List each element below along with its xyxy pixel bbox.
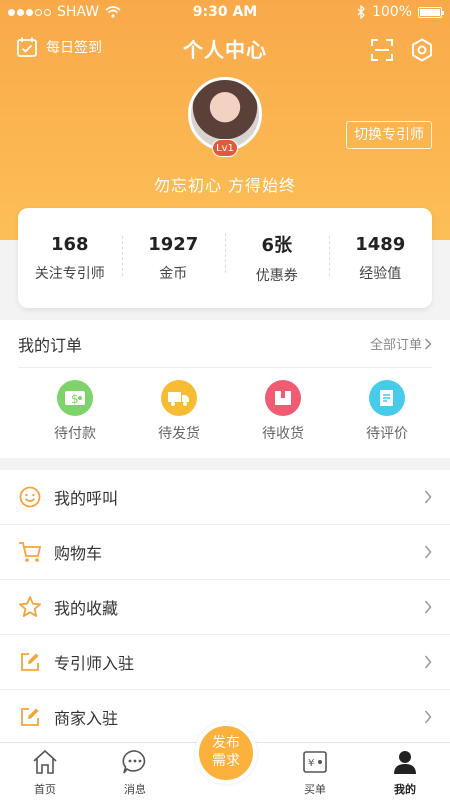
orders-title: 我的订单	[18, 335, 83, 355]
stat-coupons[interactable]: 6张 优惠券	[225, 231, 329, 285]
truck-icon	[161, 380, 197, 416]
order-pending-shipment[interactable]: 待发货	[127, 380, 231, 443]
publish-request-button[interactable]: 发布 需求	[195, 722, 257, 784]
order-label: 待付款	[54, 426, 96, 442]
tab-label: 首页	[34, 783, 56, 796]
nav-actions	[370, 38, 434, 62]
tab-label: 我的	[394, 783, 416, 796]
edit-icon	[18, 705, 42, 729]
stat-label: 优惠券	[255, 268, 298, 284]
stat-value: 1489	[355, 233, 406, 255]
battery-icon	[418, 6, 444, 18]
switch-guide-button[interactable]: 切换专引师	[346, 121, 432, 149]
status-right: 100%	[356, 4, 444, 20]
settings-icon[interactable]	[410, 38, 434, 62]
orders-header: 我的订单 全部订单	[18, 320, 432, 368]
wallet-icon: $	[57, 380, 93, 416]
menu-item-guide-join[interactable]: 专引师入驻	[0, 635, 450, 690]
scan-icon[interactable]	[370, 38, 394, 62]
user-icon	[394, 751, 416, 774]
battery-percent: 100%	[371, 4, 412, 20]
all-orders-link[interactable]: 全部订单	[370, 334, 432, 353]
level-badge: Lv1	[212, 139, 238, 157]
stat-label: 经验值	[359, 265, 402, 282]
stat-label: 金币	[159, 265, 188, 282]
review-icon	[369, 380, 405, 416]
box-icon	[265, 380, 301, 416]
publish-label-line2: 需求	[212, 753, 240, 769]
tab-messages[interactable]: 消息	[90, 743, 180, 800]
tab-home[interactable]: 首页	[0, 743, 90, 800]
stats-card: 168 关注专引师 1927 金币 6张 优惠券 1489 经验值	[18, 208, 432, 308]
chevron-right-icon	[424, 545, 432, 559]
message-icon	[122, 750, 146, 774]
stat-value: 6张	[261, 235, 293, 256]
avatar-container[interactable]: Lv1	[188, 77, 264, 157]
pay-icon: ¥	[303, 751, 327, 773]
menu-label: 购物车	[54, 544, 103, 563]
order-status-row: $ 待付款 待发货 待收货 待评价	[0, 380, 450, 443]
order-pending-receipt[interactable]: 待收货	[231, 380, 335, 443]
svg-text:$: $	[71, 392, 79, 406]
tab-label: 买单	[304, 783, 326, 796]
cart-icon	[18, 540, 42, 564]
nav-bar: 每日签到 个人中心	[0, 32, 450, 68]
menu-label: 我的呼叫	[54, 489, 119, 508]
order-pending-payment[interactable]: $ 待付款	[23, 380, 127, 443]
stat-experience[interactable]: 1489 经验值	[328, 233, 433, 283]
menu-label: 我的收藏	[54, 599, 119, 618]
publish-label-line1: 发布	[212, 735, 240, 751]
edit-icon	[18, 650, 42, 674]
star-icon	[18, 595, 42, 619]
tab-pay[interactable]: ¥ 买单	[270, 743, 360, 800]
stat-coins[interactable]: 1927 金币	[121, 233, 226, 283]
menu-label: 专引师入驻	[54, 654, 135, 673]
home-icon	[33, 749, 57, 774]
chevron-right-icon	[424, 710, 432, 724]
orders-section: 我的订单 全部订单 $ 待付款 待发货 待收货 待评价	[0, 320, 450, 458]
stat-label: 关注专引师	[34, 265, 105, 282]
tab-mine[interactable]: 我的	[360, 743, 450, 800]
order-label: 待发货	[158, 426, 200, 442]
order-label: 待评价	[366, 426, 408, 442]
tab-label: 消息	[124, 783, 146, 796]
stat-value: 1927	[148, 233, 199, 255]
all-orders-label: 全部订单	[369, 338, 422, 353]
order-pending-review[interactable]: 待评价	[335, 380, 439, 443]
stat-value: 168	[50, 233, 89, 255]
status-bar: SHAW 9:30 AM 100%	[0, 0, 450, 26]
user-motto: 勿忘初心 方得始终	[153, 176, 297, 195]
chevron-right-icon	[424, 490, 432, 504]
chevron-right-icon	[425, 338, 432, 349]
stat-followed-guides[interactable]: 168 关注专引师	[18, 234, 122, 283]
menu-item-cart[interactable]: 购物车	[0, 525, 450, 580]
menu-item-my-calls[interactable]: 我的呼叫	[0, 470, 450, 525]
order-label: 待收货	[262, 426, 304, 442]
chevron-right-icon	[424, 655, 432, 669]
chevron-right-icon	[424, 600, 432, 614]
menu-list: 我的呼叫 购物车 我的收藏 专引师入驻 商家入驻	[0, 470, 450, 745]
bluetooth-icon	[357, 5, 365, 19]
smile-icon	[18, 485, 42, 509]
menu-item-favorites[interactable]: 我的收藏	[0, 580, 450, 635]
svg-text:¥: ¥	[308, 758, 314, 769]
